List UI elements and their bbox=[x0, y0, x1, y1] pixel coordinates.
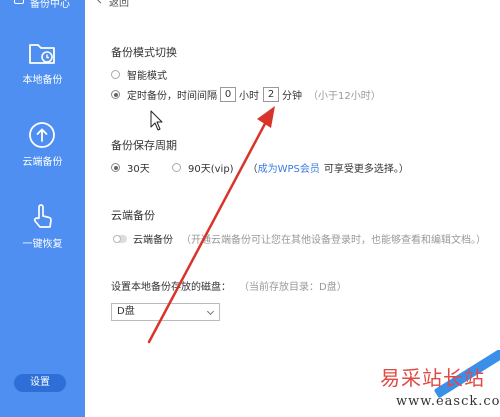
radio-label: 90天(vip) bbox=[188, 164, 234, 175]
retention-title: 备份保存周期 bbox=[111, 139, 177, 152]
sidebar-item-restore[interactable]: 一键恢复 bbox=[0, 202, 85, 262]
hours-input[interactable]: 0 bbox=[220, 87, 236, 102]
arrow-head-icon bbox=[257, 106, 275, 128]
folder-clock-icon bbox=[29, 44, 55, 64]
disk-select[interactable]: D盘 bbox=[111, 303, 220, 321]
radio-button[interactable] bbox=[111, 163, 120, 172]
hours-unit: 小时 bbox=[239, 91, 259, 102]
radio-label: 定时备份，时间间隔 bbox=[127, 91, 217, 102]
sidebar-item-label: 一键恢复 bbox=[22, 239, 63, 250]
cloud-backup-toggle[interactable] bbox=[113, 234, 127, 243]
sidebar-item-label: 云端备份 bbox=[22, 157, 63, 168]
cloud-backup-title: 云端备份 bbox=[111, 209, 155, 222]
toggle-label: 云端备份 bbox=[133, 235, 173, 246]
minutes-unit: 分钟 bbox=[282, 91, 302, 102]
sidebar-header: 备份中心 bbox=[10, 0, 80, 10]
disk-setting-row: 设置本地备份存放的磁盘： （当前存放目录：D盘） bbox=[111, 278, 347, 293]
sidebar-item-label: 本地备份 bbox=[22, 75, 63, 86]
sidebar: 备份中心 本地备份 云端备份 一键恢复 设置 bbox=[0, 0, 85, 417]
disk-label: 设置本地备份存放的磁盘： bbox=[111, 282, 231, 293]
chevron-down-icon bbox=[206, 307, 215, 316]
hand-pointer-icon bbox=[33, 204, 52, 228]
backup-center-icon bbox=[14, 0, 24, 4]
vip-link[interactable]: 成为WPS会员 bbox=[258, 160, 320, 175]
disk-current-path: （当前存放目录：D盘） bbox=[239, 282, 347, 293]
backup-mode-title: 备份模式切换 bbox=[111, 46, 177, 59]
back-label: 返回 bbox=[109, 0, 129, 8]
sidebar-header-label: 备份中心 bbox=[30, 0, 70, 10]
radio-label: 30天 bbox=[127, 164, 150, 175]
disk-select-value: D盘 bbox=[117, 306, 135, 317]
settings-button[interactable]: 设置 bbox=[14, 374, 66, 392]
cloud-backup-toggle-row: 云端备份 （开通云端备份可让您在其他设备登录时，也能够查看和编辑文档。） bbox=[113, 231, 486, 246]
sidebar-item-cloud-backup[interactable]: 云端备份 bbox=[0, 120, 85, 180]
retention-note-open: （ bbox=[247, 164, 258, 175]
radio-button[interactable] bbox=[111, 70, 120, 79]
retention-note: 可享受更多选择。） bbox=[323, 164, 409, 175]
watermark-en: www.easck.com bbox=[396, 394, 500, 409]
cloud-upload-icon bbox=[29, 122, 55, 148]
radio-timed-backup[interactable]: 定时备份，时间间隔 0 小时 2 分钟 （小于12小时） bbox=[111, 87, 381, 102]
mouse-cursor-icon bbox=[150, 110, 163, 131]
radio-smart-mode[interactable]: 智能模式 bbox=[111, 67, 167, 82]
sidebar-item-local-backup[interactable]: 本地备份 bbox=[0, 38, 85, 98]
minutes-input[interactable]: 2 bbox=[263, 87, 279, 102]
watermark: 易采站长站 www.easck.com bbox=[350, 350, 500, 417]
back-button[interactable]: 返回 bbox=[97, 0, 157, 8]
watermark-cn: 易采站长站 bbox=[380, 366, 485, 390]
cloud-backup-description: （开通云端备份可让您在其他设备登录时，也能够查看和编辑文档。） bbox=[181, 235, 486, 246]
chevron-left-icon bbox=[97, 0, 106, 4]
radio-button[interactable] bbox=[111, 90, 120, 99]
radio-retention-90[interactable]: 90天(vip) （ 成为WPS会员 可享受更多选择。） bbox=[172, 160, 409, 175]
interval-hint: （小于12小时） bbox=[308, 91, 381, 102]
radio-button[interactable] bbox=[172, 163, 181, 172]
radio-label: 智能模式 bbox=[127, 71, 167, 82]
radio-retention-30[interactable]: 30天 bbox=[111, 160, 150, 175]
